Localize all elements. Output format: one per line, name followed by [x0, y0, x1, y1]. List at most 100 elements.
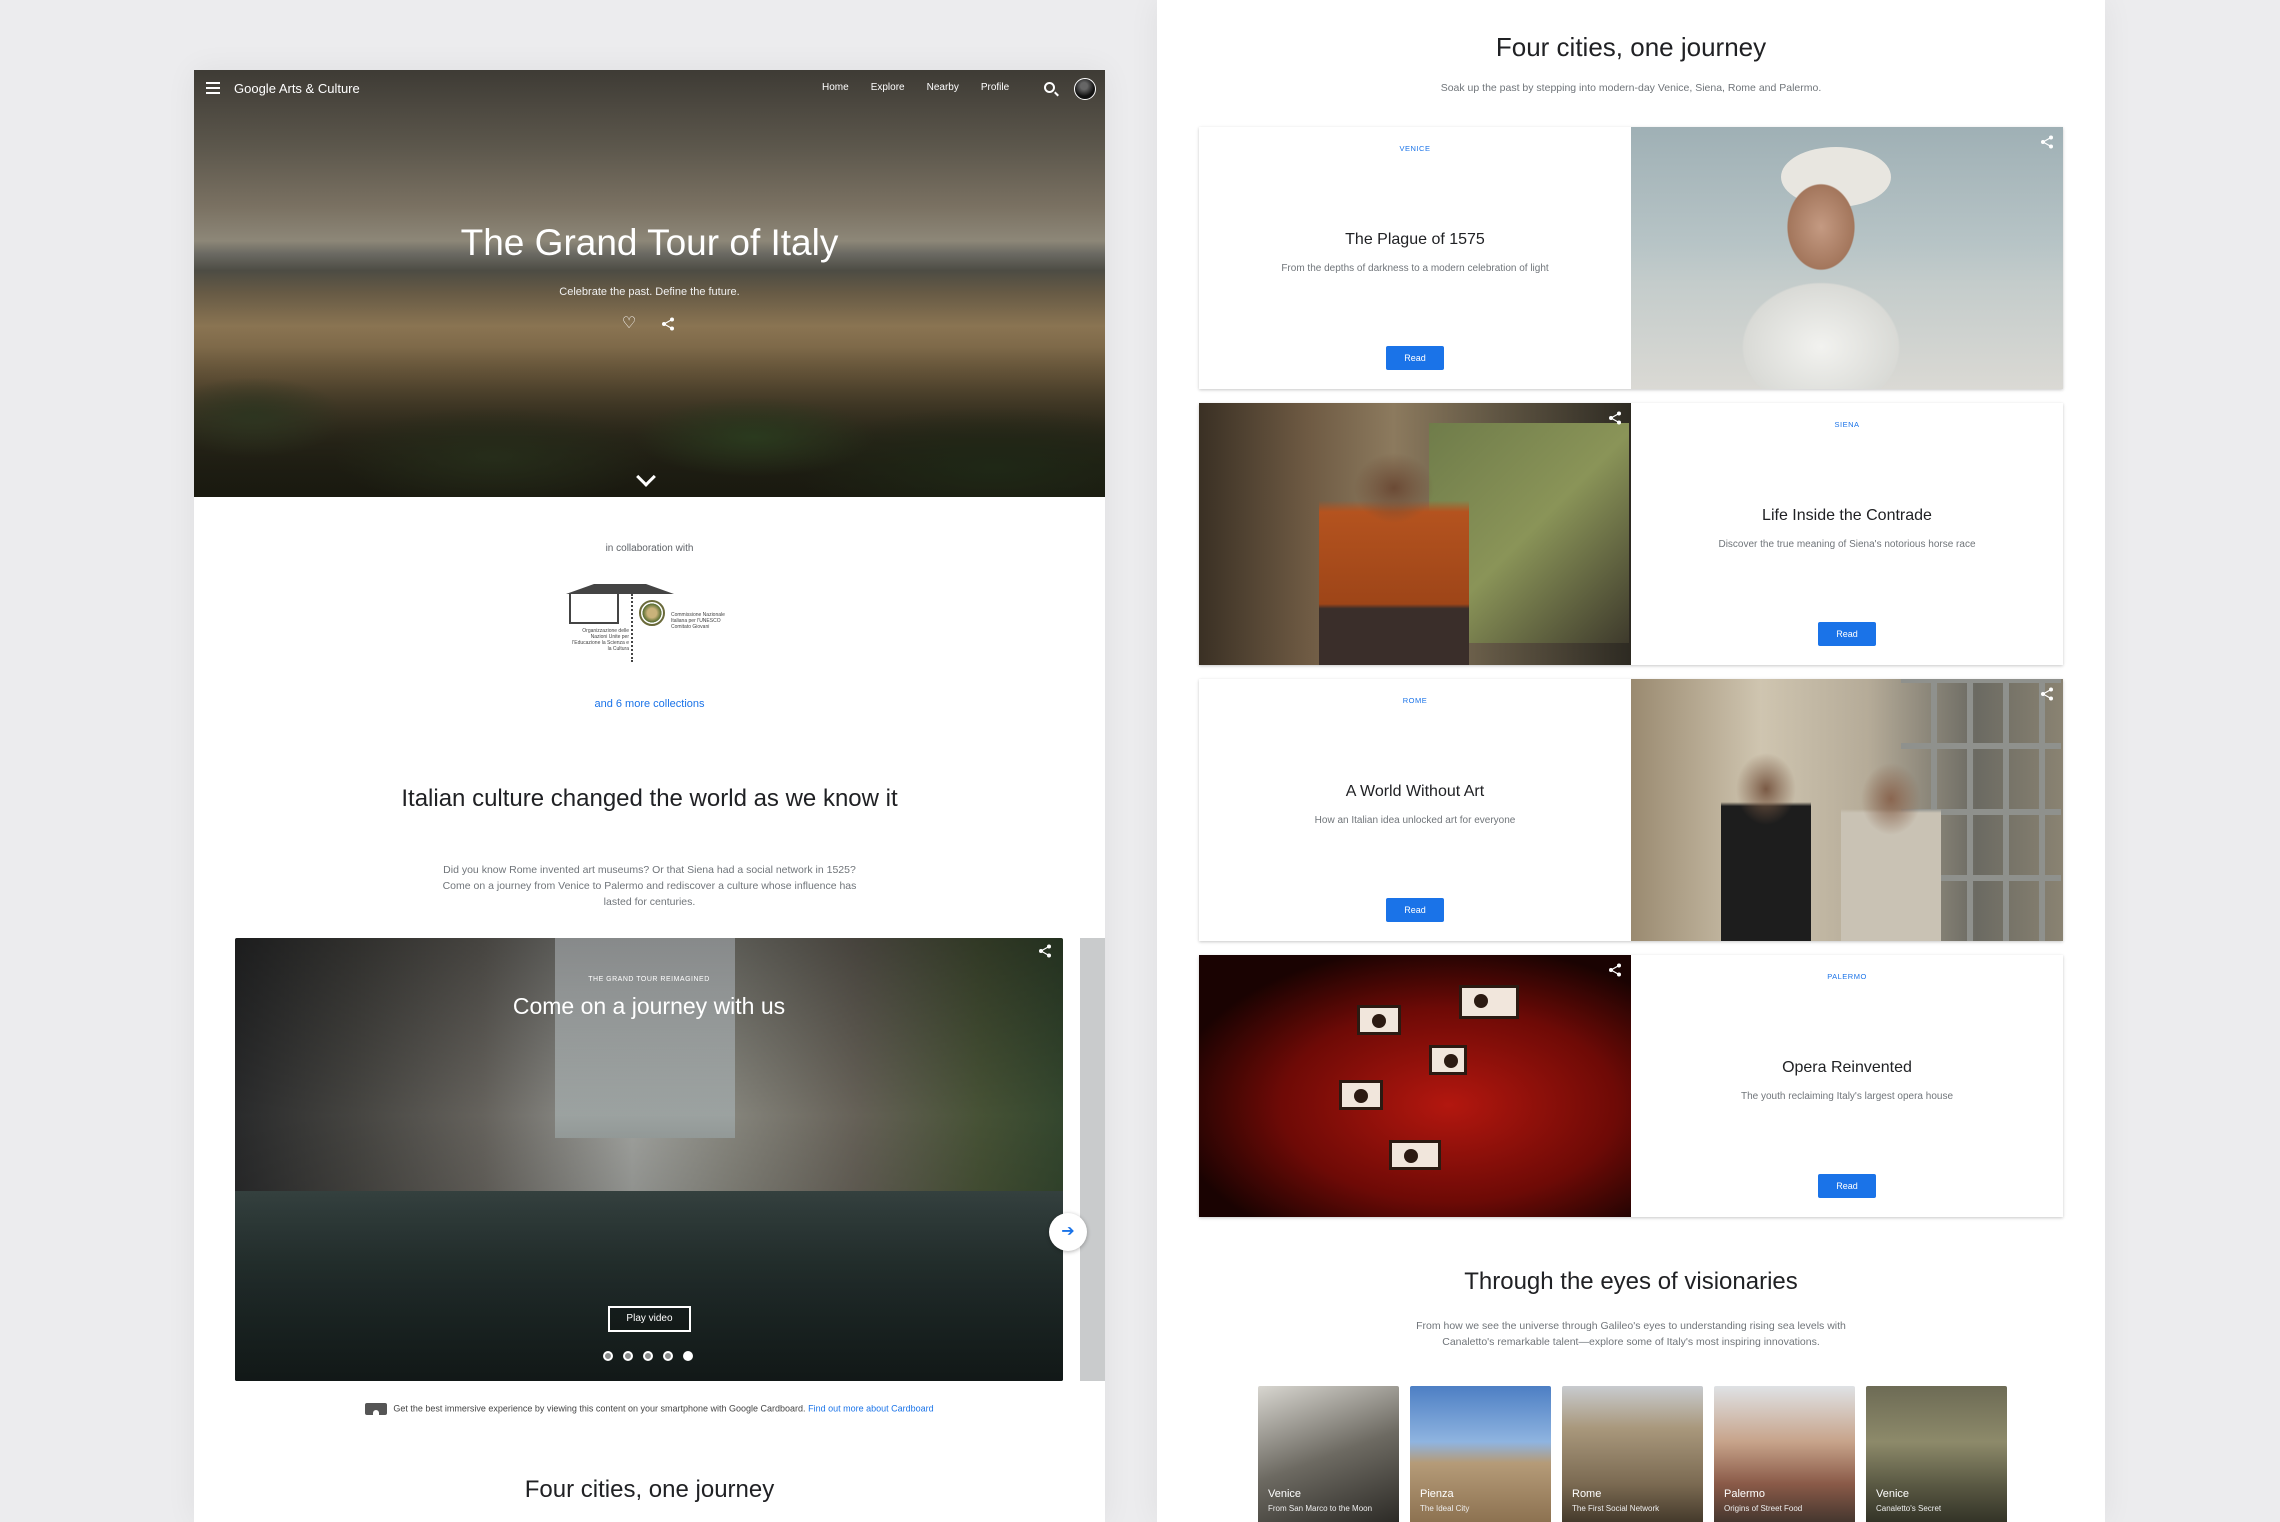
- visionaries-title: Through the eyes of visionaries: [1464, 1268, 1798, 1295]
- section-body: Did you know Rome invented art museums? …: [294, 862, 1005, 910]
- visionary-city: Venice: [1268, 1488, 1302, 1500]
- visionary-subtitle: Origins of Street Food: [1724, 1504, 1803, 1513]
- brand-logo[interactable]: Google Arts & Culture: [234, 81, 360, 96]
- visionary-city: Rome: [1572, 1488, 1602, 1500]
- city-description: From the depths of darkness to a modern …: [1281, 263, 1549, 274]
- city-image-venice[interactable]: [1631, 127, 2063, 389]
- visionary-city: Palermo: [1724, 1488, 1765, 1500]
- city-image-siena[interactable]: [1199, 403, 1631, 665]
- city-image-rome[interactable]: [1631, 679, 2063, 941]
- image-detail: [1389, 1140, 1441, 1170]
- right-page: Four cities, one journey Soak up the pas…: [1157, 0, 2105, 1522]
- city-description: The youth reclaiming Italy's largest ope…: [1740, 1091, 1954, 1102]
- carousel-dot[interactable]: [603, 1351, 613, 1361]
- section-body-line: Did you know Rome invented art museums? …: [443, 864, 856, 876]
- search-icon[interactable]: [1044, 82, 1055, 93]
- city-title: Opera Reinvented: [1782, 1059, 1912, 1076]
- city-title: The Plague of 1575: [1345, 231, 1485, 248]
- italian-emblem-icon: [639, 600, 665, 626]
- city-card-venice: VENICE The Plague of 1575 From the depth…: [1199, 127, 2063, 389]
- left-page: Google Arts & Culture Home Explore Nearb…: [194, 70, 1105, 1522]
- city-card-rome: ROME A World Without Art How an Italian …: [1199, 679, 2063, 941]
- city-card-text: SIENA Life Inside the Contrade Discover …: [1631, 403, 2063, 665]
- nav-home[interactable]: Home: [822, 82, 849, 93]
- visionary-card[interactable]: Venice From San Marco to the Moon: [1258, 1386, 1399, 1522]
- play-video-button[interactable]: Play video: [608, 1306, 691, 1332]
- unesco-logo-text: Organizzazione delle Nazioni Unite per l…: [572, 628, 629, 652]
- city-card-palermo: PALERMO Opera Reinvented The youth recla…: [1199, 955, 2063, 1217]
- logo-divider: [631, 594, 633, 662]
- visionaries-body: From how we see the universe through Gal…: [1157, 1318, 2105, 1350]
- cardboard-icon: [365, 1403, 388, 1415]
- share-icon[interactable]: [2040, 687, 2054, 701]
- nav-profile[interactable]: Profile: [981, 82, 1009, 93]
- image-detail: [1357, 1005, 1401, 1035]
- read-button[interactable]: Read: [1386, 346, 1444, 370]
- hero-subtitle: Celebrate the past. Define the future.: [559, 286, 740, 298]
- city-kicker: ROME: [1402, 696, 1428, 705]
- unesco-icon: [569, 594, 619, 624]
- share-icon[interactable]: [1038, 944, 1052, 958]
- visionary-card[interactable]: Pienza The Ideal City: [1410, 1386, 1551, 1522]
- cardboard-link[interactable]: Find out more about Cardboard: [808, 1403, 934, 1413]
- read-button[interactable]: Read: [1818, 1174, 1876, 1198]
- arrow-right-icon[interactable]: ➔: [1049, 1213, 1087, 1251]
- top-navigation-bar: Google Arts & Culture Home Explore Nearb…: [194, 70, 1105, 108]
- visionaries-body-line: From how we see the universe through Gal…: [1416, 1320, 1846, 1332]
- visionary-card[interactable]: Venice Canaletto's Secret: [1866, 1386, 2007, 1522]
- image-detail: [1841, 749, 1941, 941]
- share-icon[interactable]: [1608, 963, 1622, 977]
- visionary-subtitle: From San Marco to the Moon: [1268, 1504, 1373, 1513]
- image-detail: [1339, 1080, 1383, 1110]
- carousel-dot[interactable]: [663, 1351, 673, 1361]
- cardboard-text: Get the best immersive experience by vie…: [393, 1403, 806, 1414]
- video-title: Come on a journey with us: [512, 993, 786, 1019]
- carousel-dots: [603, 1351, 693, 1361]
- video-kicker: THE GRAND TOUR REIMAGINED: [588, 976, 710, 983]
- more-collections-link[interactable]: and 6 more collections: [194, 698, 1105, 710]
- visionary-card[interactable]: Palermo Origins of Street Food: [1714, 1386, 1855, 1522]
- read-button[interactable]: Read: [1818, 622, 1876, 646]
- share-icon[interactable]: [1608, 411, 1622, 425]
- image-detail: [1721, 739, 1811, 941]
- visionary-subtitle: The Ideal City: [1420, 1504, 1470, 1513]
- menu-icon[interactable]: [206, 82, 220, 94]
- share-icon[interactable]: [661, 317, 675, 331]
- visionary-city: Venice: [1876, 1488, 1910, 1500]
- four-cities-title: Four cities, one journey: [524, 1476, 775, 1503]
- city-card-text: PALERMO Opera Reinvented The youth recla…: [1631, 955, 2063, 1217]
- section-body-line: lasted for centuries.: [603, 896, 696, 908]
- section-title: Italian culture changed the world as we …: [401, 785, 898, 812]
- video-carousel-card[interactable]: THE GRAND TOUR REIMAGINED Come on a jour…: [235, 938, 1063, 1381]
- avatar[interactable]: [1074, 78, 1096, 100]
- partner-logos[interactable]: Organizzazione delle Nazioni Unite per l…: [569, 594, 729, 664]
- city-description: Discover the true meaning of Siena's not…: [1718, 539, 1976, 550]
- heart-icon[interactable]: ♡: [621, 316, 637, 332]
- city-card-siena: SIENA Life Inside the Contrade Discover …: [1199, 403, 2063, 665]
- image-detail: [1711, 147, 1931, 389]
- visionary-card[interactable]: Rome The First Social Network: [1562, 1386, 1703, 1522]
- visionary-subtitle: The First Social Network: [1572, 1504, 1660, 1513]
- nav-nearby[interactable]: Nearby: [927, 82, 959, 93]
- cardboard-notice: Get the best immersive experience by vie…: [194, 1403, 1105, 1415]
- carousel-dot-active[interactable]: [683, 1351, 693, 1361]
- section-body-line: Come on a journey from Venice to Palermo…: [442, 880, 857, 892]
- city-title: Life Inside the Contrade: [1762, 507, 1932, 524]
- visionary-subtitle: Canaletto's Secret: [1876, 1504, 1942, 1513]
- city-card-text: ROME A World Without Art How an Italian …: [1199, 679, 1631, 941]
- share-icon[interactable]: [2040, 135, 2054, 149]
- main-nav: Home Explore Nearby Profile: [822, 82, 1009, 93]
- visionary-city: Pienza: [1420, 1488, 1454, 1500]
- city-image-palermo[interactable]: [1199, 955, 1631, 1217]
- city-title: A World Without Art: [1345, 783, 1485, 800]
- city-description: How an Italian idea unlocked art for eve…: [1314, 815, 1516, 826]
- commission-logo-text: Commissione Nazionale Italiana per l'UNE…: [671, 612, 725, 630]
- nav-explore[interactable]: Explore: [871, 82, 905, 93]
- city-kicker: PALERMO: [1827, 972, 1867, 981]
- next-slide-peek[interactable]: [1080, 938, 1105, 1381]
- city-kicker: VENICE: [1399, 144, 1431, 153]
- carousel-dot[interactable]: [623, 1351, 633, 1361]
- image-detail: [1319, 443, 1469, 665]
- carousel-dot[interactable]: [643, 1351, 653, 1361]
- read-button[interactable]: Read: [1386, 898, 1444, 922]
